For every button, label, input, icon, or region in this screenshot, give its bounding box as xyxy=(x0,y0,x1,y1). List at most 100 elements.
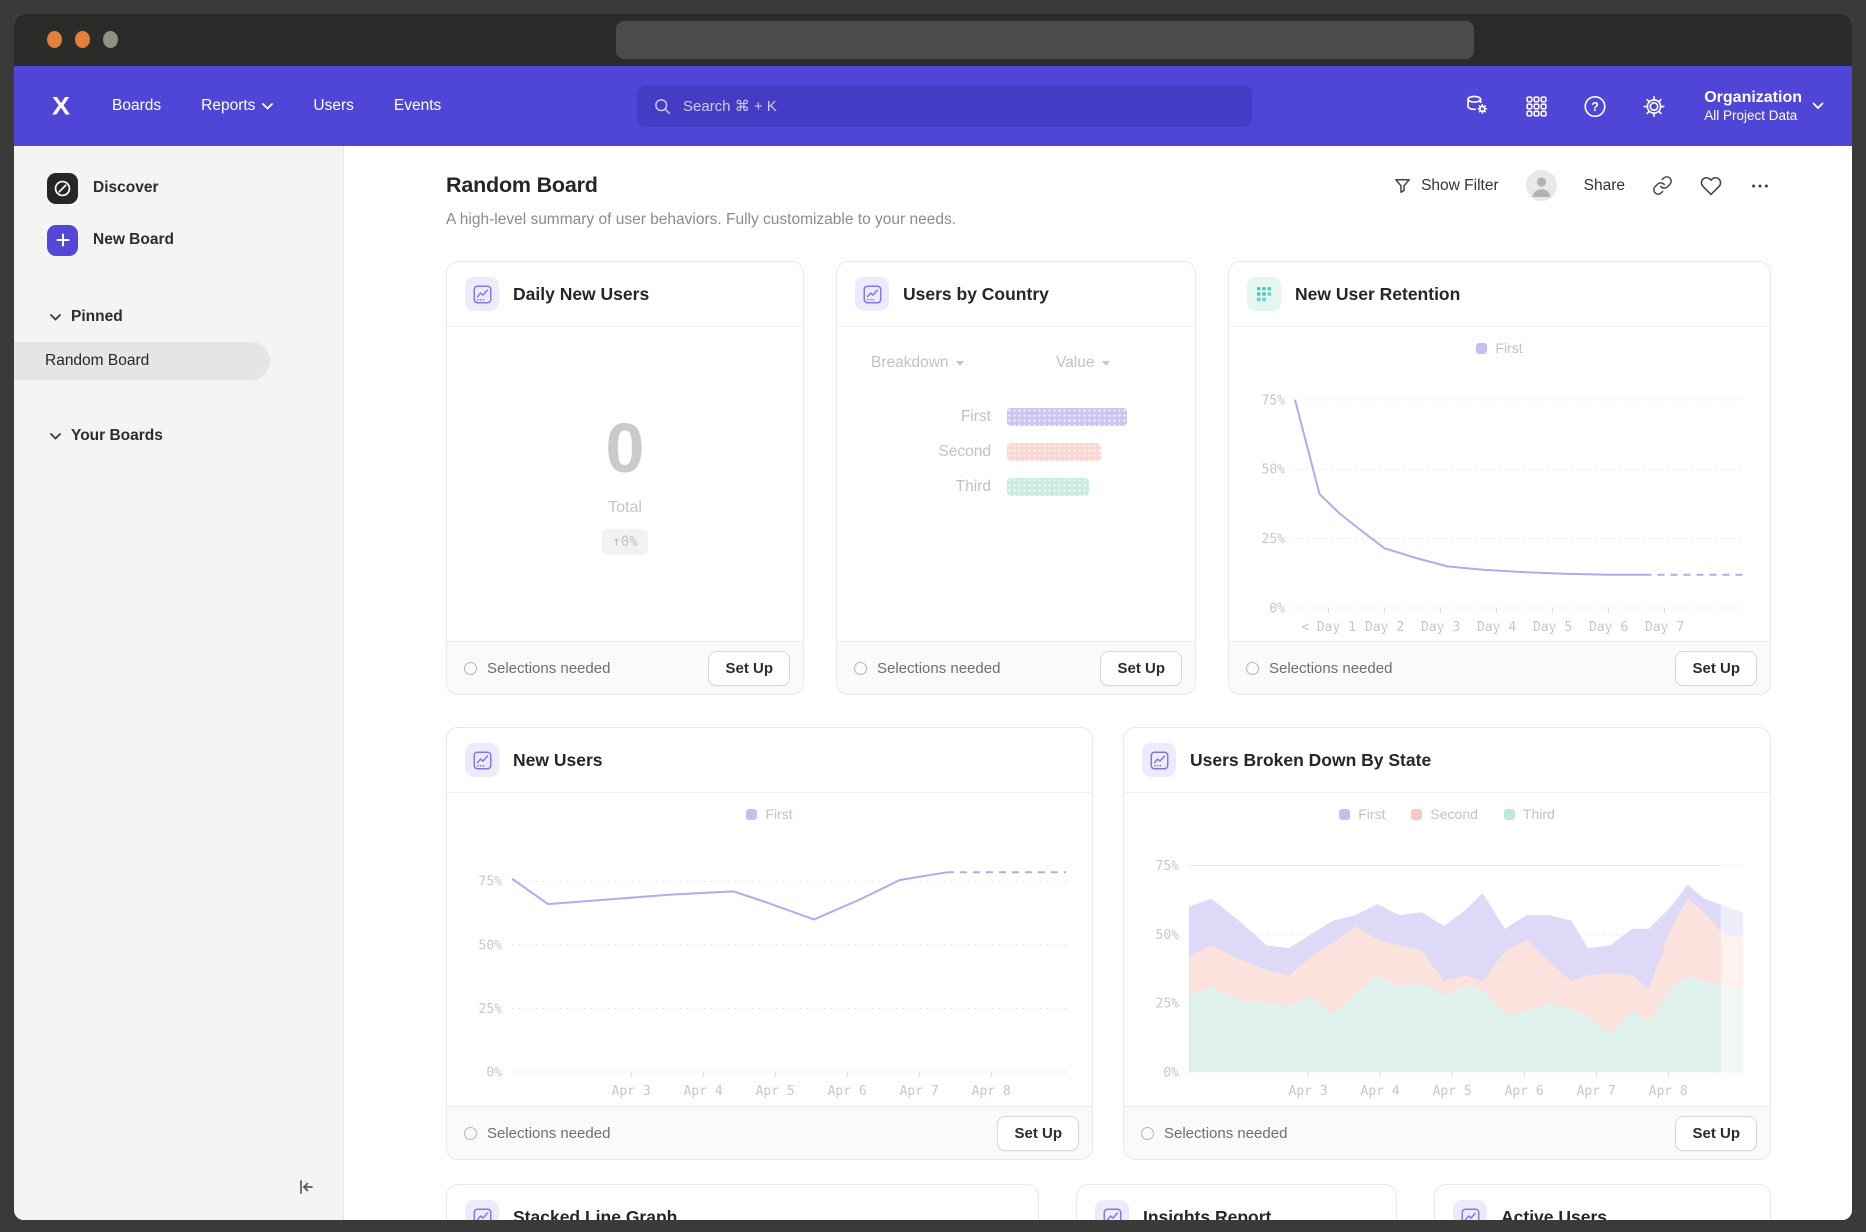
state-chart: 75%50%25%0%Apr 3Apr 4Apr 5Apr 6Apr 7Apr … xyxy=(1124,826,1770,1106)
nav-item-events[interactable]: Events xyxy=(394,97,441,115)
nav-item-users[interactable]: Users xyxy=(313,97,353,115)
share-button[interactable]: Share xyxy=(1584,177,1625,195)
card-body: FirstSecondThird 75%50%25%0%Apr 3Apr 4Ap… xyxy=(1124,793,1770,1106)
line-chart-icon xyxy=(1142,743,1176,777)
legend-swatch-icon xyxy=(746,809,757,820)
selections-needed-status: Selections needed xyxy=(460,660,610,677)
sidebar-section-your-boards[interactable]: Your Boards xyxy=(14,424,343,448)
sidebar-item-random-board[interactable]: Random Board xyxy=(14,342,270,380)
card-new-user-retention: New User Retention First 75%50%25%0%< Da… xyxy=(1228,261,1771,695)
share-label: Share xyxy=(1584,177,1625,195)
card-title: New User Retention xyxy=(1295,284,1460,305)
y-axis-tick-label: 75% xyxy=(478,875,502,890)
show-filter-label: Show Filter xyxy=(1421,177,1499,195)
more-options-icon[interactable] xyxy=(1749,175,1771,197)
x-axis-tick-label: Apr 5 xyxy=(1433,1084,1472,1099)
url-bar[interactable] xyxy=(616,21,1474,59)
copy-link-icon[interactable] xyxy=(1652,175,1673,196)
x-axis-tick-label: Day 7 xyxy=(1645,620,1684,635)
card-body: Breakdown Value FirstSecondThird xyxy=(837,327,1195,641)
card-body: First 75%50%25%0%< Day 1Day 2Day 3Day 4D… xyxy=(1229,327,1770,641)
legend-swatch-icon xyxy=(1411,809,1422,820)
favorite-heart-icon[interactable] xyxy=(1700,175,1722,197)
x-axis-tick-label: Apr 8 xyxy=(971,1084,1010,1099)
set-up-button[interactable]: Set Up xyxy=(1675,1116,1757,1151)
set-up-button[interactable]: Set Up xyxy=(1100,651,1182,686)
card-title: Stacked Line Graph xyxy=(513,1207,677,1221)
metric-value: 0 xyxy=(606,413,645,483)
legend-label: Second xyxy=(1430,806,1477,822)
y-axis-tick-label: 50% xyxy=(1156,928,1180,943)
sidebar-item-label: New Board xyxy=(93,231,174,249)
x-axis-tick-label: Apr 3 xyxy=(1289,1084,1328,1099)
value-column-header[interactable]: Value xyxy=(1001,354,1171,372)
traffic-lights xyxy=(47,31,118,48)
selections-needed-status: Selections needed xyxy=(1137,1125,1287,1142)
retention-chart-svg: 75%50%25%0%< Day 1Day 2Day 3Day 4Day 5Da… xyxy=(1247,360,1753,638)
main-content: Random Board Show Filter Share xyxy=(344,146,1852,1220)
card-title: Users by Country xyxy=(903,284,1049,305)
y-axis-tick-label: 25% xyxy=(1261,532,1285,547)
set-up-button[interactable]: Set Up xyxy=(1675,651,1757,686)
set-up-button[interactable]: Set Up xyxy=(708,651,790,686)
sidebar-item-new-board[interactable]: New Board xyxy=(14,223,343,257)
card-header: New User Retention xyxy=(1229,262,1770,327)
chevron-down-icon xyxy=(956,361,964,366)
new-users-chart-svg: 75%50%25%0%Apr 3Apr 4Apr 5Apr 6Apr 7Apr … xyxy=(464,826,1076,1102)
settings-gear-icon[interactable] xyxy=(1641,93,1667,119)
sidebar-item-discover[interactable]: Discover xyxy=(14,171,343,205)
section-label: Pinned xyxy=(71,308,123,326)
y-axis-tick-label: 0% xyxy=(1269,602,1285,617)
x-axis-tick-label: Apr 3 xyxy=(611,1084,650,1099)
window-zoom-button[interactable] xyxy=(103,31,118,48)
line-chart-icon xyxy=(1453,1200,1487,1220)
show-filter-button[interactable]: Show Filter xyxy=(1393,176,1499,195)
card-title: New Users xyxy=(513,750,603,771)
card-title: Active Users xyxy=(1501,1207,1607,1221)
x-axis-tick-label: Apr 8 xyxy=(1649,1084,1688,1099)
new-users-chart: 75%50%25%0%Apr 3Apr 4Apr 5Apr 6Apr 7Apr … xyxy=(447,826,1092,1106)
nav-item-reports[interactable]: Reports xyxy=(201,97,273,115)
selections-needed-status: Selections needed xyxy=(460,1125,610,1142)
window-close-button[interactable] xyxy=(47,31,62,48)
chart-legend: FirstSecondThird xyxy=(1339,806,1555,822)
nav-item-label: Reports xyxy=(201,97,255,115)
line-chart-icon xyxy=(465,277,499,311)
plus-icon xyxy=(47,225,78,256)
window-minimize-button[interactable] xyxy=(75,31,90,48)
sidebar-item-label: Discover xyxy=(93,179,158,197)
card-header: Stacked Line Graph xyxy=(447,1185,1038,1220)
set-up-button[interactable]: Set Up xyxy=(997,1116,1079,1151)
selections-needed-status: Selections needed xyxy=(1242,660,1392,677)
y-axis-tick-label: 0% xyxy=(1163,1066,1179,1081)
breakdown-label: Second xyxy=(871,443,1001,461)
legend-label: First xyxy=(765,806,792,822)
avatar[interactable] xyxy=(1526,170,1557,201)
selections-needed-status: Selections needed xyxy=(850,660,1000,677)
help-icon[interactable]: ? xyxy=(1582,93,1608,119)
legend-swatch-icon xyxy=(1504,809,1515,820)
value-bar xyxy=(1007,443,1101,461)
card-users-by-state: Users Broken Down By State FirstSecondTh… xyxy=(1123,727,1771,1160)
status-text: Selections needed xyxy=(1164,1125,1287,1142)
x-axis-tick-label: Apr 5 xyxy=(755,1084,794,1099)
legend-swatch-icon xyxy=(1476,343,1487,354)
breakdown-column-header[interactable]: Breakdown xyxy=(871,354,1001,372)
apps-grid-icon[interactable] xyxy=(1523,93,1549,119)
chevron-down-icon xyxy=(1102,361,1110,366)
mixpanel-logo-icon[interactable]: X xyxy=(52,92,68,121)
status-circle-icon xyxy=(464,1127,477,1140)
primary-nav: Boards Reports Users Events xyxy=(112,97,441,115)
state-chart-svg: 75%50%25%0%Apr 3Apr 4Apr 5Apr 6Apr 7Apr … xyxy=(1141,826,1753,1102)
nav-item-boards[interactable]: Boards xyxy=(112,97,161,115)
org-project: All Project Data xyxy=(1704,108,1802,125)
line-chart-icon xyxy=(1095,1200,1129,1220)
org-switcher[interactable]: Organization All Project Data xyxy=(1704,88,1824,125)
search-input[interactable]: Search ⌘ + K xyxy=(637,85,1252,127)
status-text: Selections needed xyxy=(487,1125,610,1142)
card-footer: Selections needed Set Up xyxy=(837,641,1195,694)
data-management-icon[interactable] xyxy=(1464,93,1490,119)
sidebar-collapse-button[interactable] xyxy=(293,1175,317,1204)
board-actions: Show Filter Share xyxy=(1393,170,1771,201)
sidebar-section-pinned[interactable]: Pinned xyxy=(14,305,343,329)
